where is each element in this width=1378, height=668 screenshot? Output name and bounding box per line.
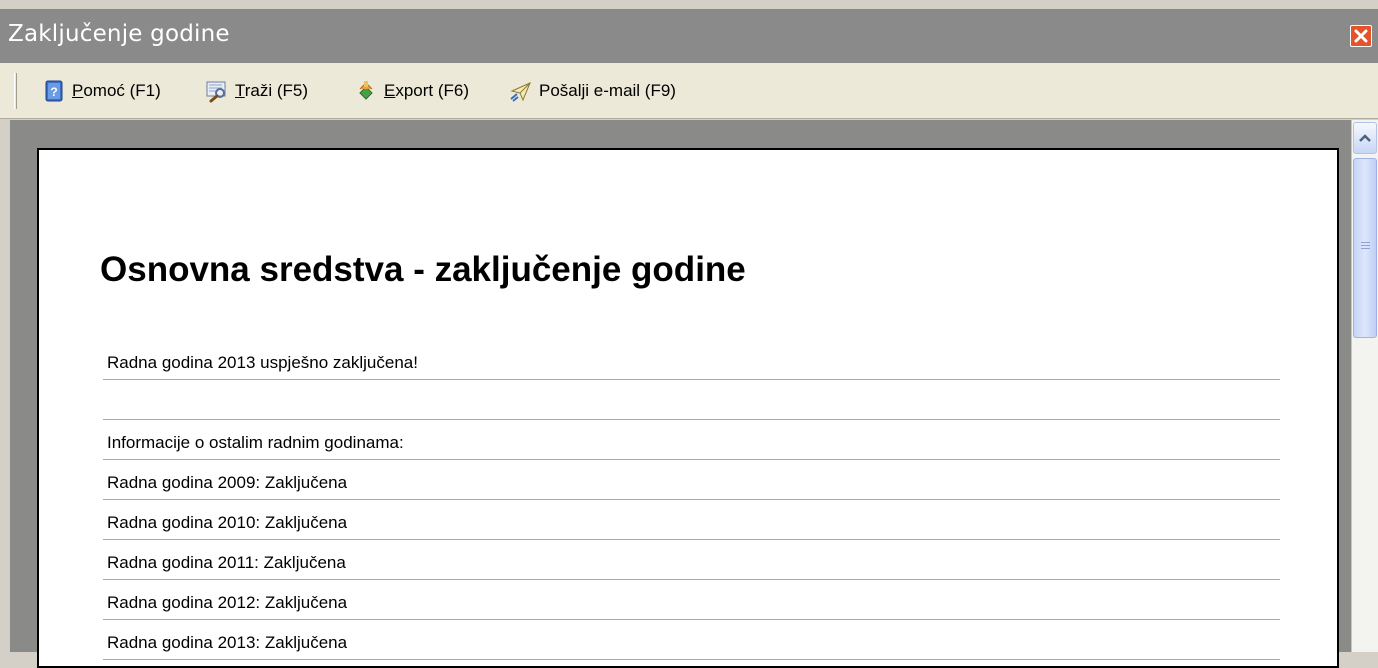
report-page: Osnovna sredstva - zaključenje godine Ra… bbox=[37, 148, 1339, 668]
chevron-up-icon bbox=[1359, 134, 1371, 142]
info-header-text: Informacije o ostalim radnim godinama: bbox=[107, 433, 404, 452]
scroll-thumb[interactable] bbox=[1353, 158, 1377, 338]
send-email-label: Pošalji e-mail (F9) bbox=[539, 81, 676, 100]
thumb-grip-icon bbox=[1361, 242, 1370, 249]
year-text: Radna godina 2013: Zaključena bbox=[107, 633, 348, 652]
status-text: Radna godina 2013 uspješno zaključena! bbox=[107, 353, 418, 372]
vertical-scrollbar[interactable] bbox=[1351, 120, 1378, 652]
blank-row bbox=[103, 380, 1280, 420]
help-label: omoć (F1) bbox=[83, 81, 161, 100]
year-row: Radna godina 2013: Zaključena bbox=[103, 620, 1280, 660]
year-text: Radna godina 2012: Zaključena bbox=[107, 593, 348, 612]
year-text: Radna godina 2010: Zaključena bbox=[107, 513, 348, 532]
scroll-up-button[interactable] bbox=[1353, 122, 1377, 154]
report-title: Osnovna sredstva - zaključenje godine bbox=[100, 250, 746, 289]
year-row: Radna godina 2009: Zaključena bbox=[103, 460, 1280, 500]
export-icon bbox=[359, 81, 373, 100]
info-header-row: Informacije o ostalim radnim godinama: bbox=[103, 420, 1280, 460]
window-title: Zaključenje godine bbox=[8, 21, 230, 47]
toolbar-grip[interactable] bbox=[14, 73, 17, 109]
toolbar: ? Pomoć (F1) Traži (F5) Export (F6) Poša… bbox=[0, 63, 1378, 119]
export-accel: E bbox=[384, 81, 396, 100]
close-icon bbox=[1354, 29, 1368, 43]
help-button[interactable]: ? Pomoć (F1) bbox=[42, 77, 161, 105]
send-email-button[interactable]: Pošalji e-mail (F9) bbox=[509, 77, 676, 105]
export-button[interactable]: Export (F6) bbox=[354, 77, 469, 105]
search-button[interactable]: Traži (F5) bbox=[205, 77, 308, 105]
search-icon bbox=[206, 81, 226, 103]
year-text: Radna godina 2009: Zaključena bbox=[107, 473, 348, 492]
report-viewer: Osnovna sredstva - zaključenje godine Ra… bbox=[10, 120, 1351, 668]
close-button[interactable] bbox=[1350, 25, 1372, 47]
svg-text:?: ? bbox=[50, 85, 57, 99]
year-row: Radna godina 2011: Zaključena bbox=[103, 540, 1280, 580]
year-row: Radna godina 2010: Zaključena bbox=[103, 500, 1280, 540]
help-accel: P bbox=[72, 81, 84, 100]
help-book-icon: ? bbox=[45, 80, 63, 102]
export-label: xport (F6) bbox=[395, 81, 470, 100]
status-row: Radna godina 2013 uspješno zaključena! bbox=[103, 340, 1280, 380]
year-text: Radna godina 2011: Zaključena bbox=[107, 553, 346, 572]
send-email-icon bbox=[510, 82, 531, 102]
year-row: Radna godina 2012: Zaključena bbox=[103, 580, 1280, 620]
search-accel: T bbox=[235, 81, 245, 100]
title-bar: Zaključenje godine bbox=[0, 9, 1378, 63]
search-label: raži (F5) bbox=[244, 81, 309, 100]
